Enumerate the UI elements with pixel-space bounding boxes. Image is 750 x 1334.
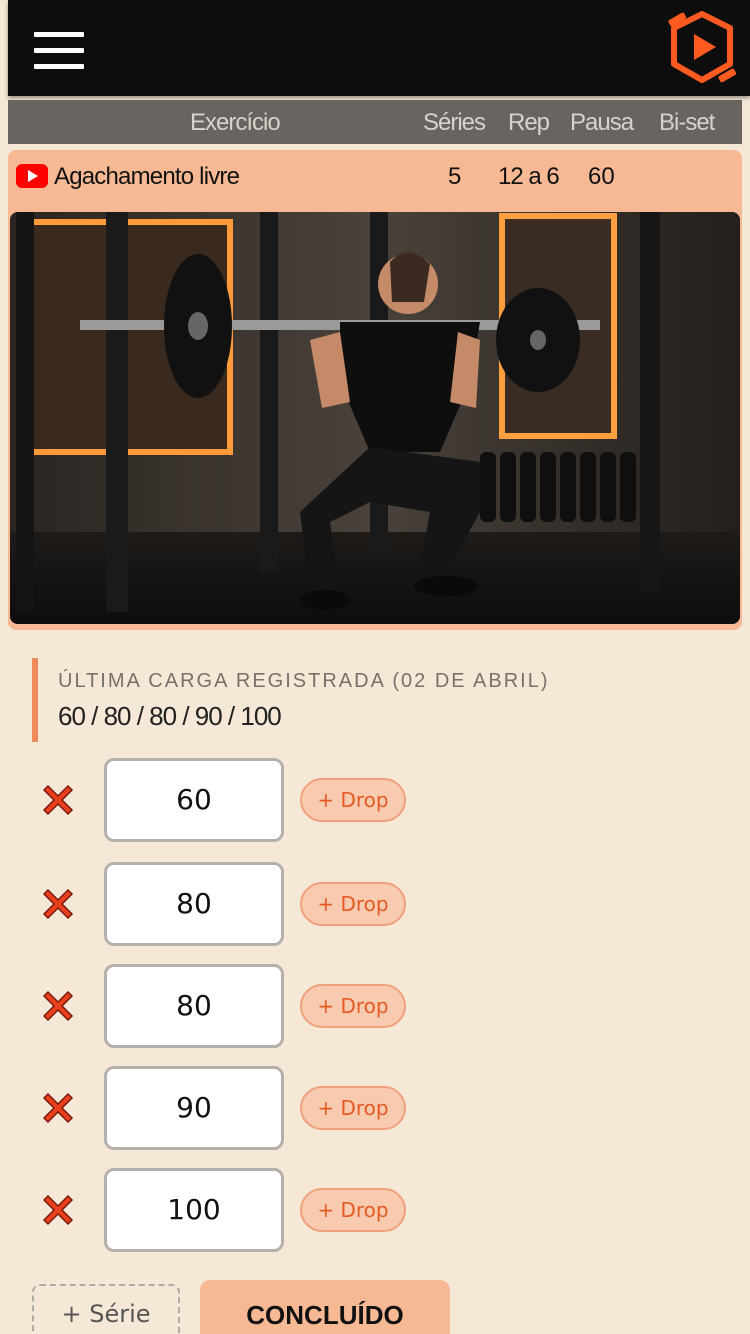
close-x-icon[interactable] [40, 1192, 76, 1228]
set-row: 100 + Drop [0, 1168, 750, 1252]
set-row: 90 + Drop [0, 1066, 750, 1150]
load-input[interactable]: 90 [104, 1066, 284, 1150]
last-load-panel: ÚLTIMA CARGA REGISTRADA (02 DE ABRIL) 60… [32, 658, 632, 742]
exercise-pause: 60 [588, 163, 615, 190]
load-input[interactable]: 80 [104, 964, 284, 1048]
add-drop-button[interactable]: + Drop [300, 1086, 406, 1130]
hamburger-menu-icon[interactable] [34, 32, 84, 72]
exercise-photo [10, 212, 740, 624]
youtube-icon[interactable] [16, 164, 48, 188]
squat-illustration [10, 212, 740, 624]
close-x-icon[interactable] [40, 988, 76, 1024]
close-x-icon[interactable] [40, 886, 76, 922]
header-exercise: Exercício [190, 109, 281, 136]
header-biset: Bi-set [659, 109, 715, 136]
load-input[interactable]: 80 [104, 862, 284, 946]
exercise-rep: 12 a 6 [498, 163, 560, 190]
close-x-icon[interactable] [40, 782, 76, 818]
set-row: 80 + Drop [0, 862, 750, 946]
set-row: 80 + Drop [0, 964, 750, 1048]
close-x-icon[interactable] [40, 1090, 76, 1126]
exercise-series: 5 [448, 163, 462, 190]
add-serie-button[interactable]: + Série [32, 1284, 180, 1334]
add-drop-button[interactable]: + Drop [300, 778, 406, 822]
app-logo-icon[interactable] [666, 8, 738, 88]
last-load-title: ÚLTIMA CARGA REGISTRADA (02 DE ABRIL) [58, 670, 550, 692]
exercise-card: Agachamento livre 5 12 a 6 60 [8, 150, 742, 630]
table-header: Exercício Séries Rep Pausa Bi-set [8, 100, 742, 144]
exercise-name[interactable]: Agachamento livre [54, 163, 240, 191]
add-drop-button[interactable]: + Drop [300, 882, 406, 926]
load-input[interactable]: 100 [104, 1168, 284, 1252]
set-row: 60 + Drop [0, 758, 750, 842]
header-pause: Pausa [570, 109, 634, 136]
done-button[interactable]: CONCLUÍDO [200, 1280, 450, 1334]
last-load-values: 60 / 80 / 80 / 90 / 100 [58, 701, 282, 731]
add-drop-button[interactable]: + Drop [300, 984, 406, 1028]
header-series: Séries [423, 109, 486, 136]
header-rep: Rep [508, 109, 550, 136]
add-drop-button[interactable]: + Drop [300, 1188, 406, 1232]
top-bar [8, 0, 750, 96]
load-input[interactable]: 60 [104, 758, 284, 842]
